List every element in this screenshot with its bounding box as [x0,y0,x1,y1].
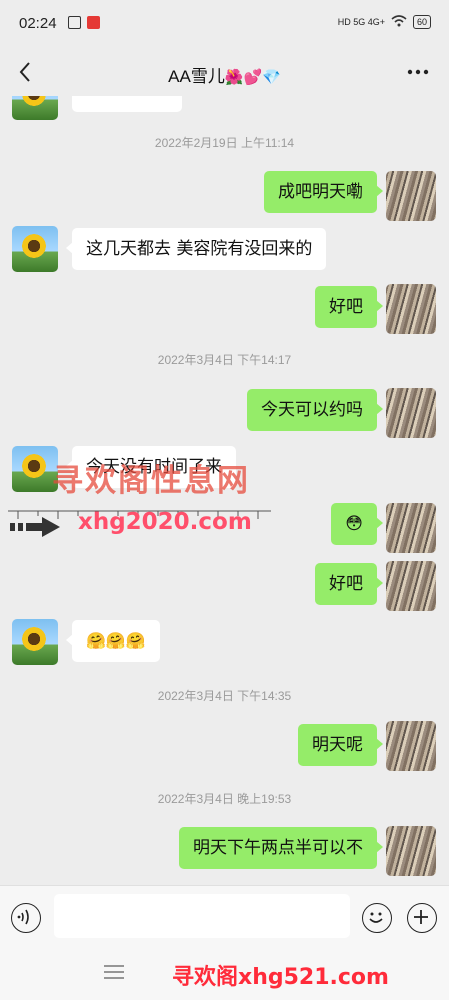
app-notification-icon [87,16,100,29]
message-bubble-incoming[interactable] [72,96,182,112]
wifi-icon [391,15,407,29]
my-avatar[interactable] [386,503,436,553]
my-avatar[interactable] [386,284,436,334]
system-nav-bar: 寻欢阁xhg521.com [0,945,449,1000]
timestamp: 2022年3月4日 晚上19:53 [157,792,292,806]
message-bubble-incoming[interactable]: 这几天都去 美容院有没回来的 [65,228,327,270]
timestamp: 2022年3月4日 下午14:17 [157,353,292,367]
my-avatar[interactable] [386,561,436,611]
message-bubble-outgoing[interactable]: 好吧 [315,563,383,605]
contact-avatar[interactable] [12,96,58,120]
my-avatar[interactable] [386,721,436,771]
voice-input-icon[interactable] [11,903,41,933]
watermark-url: xhg2020.com [78,509,252,535]
more-options-icon[interactable] [405,60,431,84]
message-bubble-incoming[interactable]: 🤗🤗🤗 [66,620,160,662]
chat-header: AA雪儿🌺💕💎 [0,50,449,96]
message-bubble-outgoing[interactable]: 好吧 [315,286,383,328]
chat-title: AA雪儿🌺💕💎 [0,62,449,87]
message-bubble-outgoing[interactable]: 明天呢 [298,724,383,766]
input-bar [0,885,449,946]
message-bubble-outgoing[interactable]: 今天可以约吗 [247,389,383,431]
sunflower-image [21,626,47,652]
sunflower-image [21,96,47,107]
my-avatar[interactable] [386,826,436,876]
menu-icon[interactable] [103,964,125,980]
message-bubble-outgoing[interactable]: 成吧明天嘞 [264,171,383,213]
message-input[interactable] [54,894,350,938]
status-time: 02:24 [19,15,57,32]
contact-avatar[interactable] [12,226,58,272]
battery-icon: 60 [412,15,431,29]
sunflower-image [21,233,47,259]
status-right: HD 5G 4G+ 60 [338,15,431,29]
watermark-text: 寻欢阁性息网 [52,463,250,499]
message-bubble-outgoing[interactable]: 😳 [331,503,383,545]
my-avatar[interactable] [386,171,436,221]
status-bar: 02:24 HD 5G 4G+ 60 [0,0,449,50]
watermark-bottom: 寻欢阁xhg521.com [172,965,389,990]
message-bubble-outgoing[interactable]: 明天下午两点半可以不 [179,827,383,869]
contact-avatar[interactable] [12,619,58,665]
sunflower-image [21,453,47,479]
plus-icon[interactable] [407,903,437,933]
emoji-icon[interactable] [362,903,392,933]
network-indicator: HD 5G 4G+ [337,17,385,27]
timestamp: 2022年2月19日 上午11:14 [154,136,295,150]
timestamp: 2022年3月4日 下午14:35 [157,689,292,703]
arrow-right-icon [10,514,62,540]
contact-name: AA雪儿 [168,67,225,86]
title-emoji: 🌺💕💎 [224,69,281,86]
my-avatar[interactable] [386,388,436,438]
notification-icons [68,16,100,29]
mail-icon [68,16,81,29]
